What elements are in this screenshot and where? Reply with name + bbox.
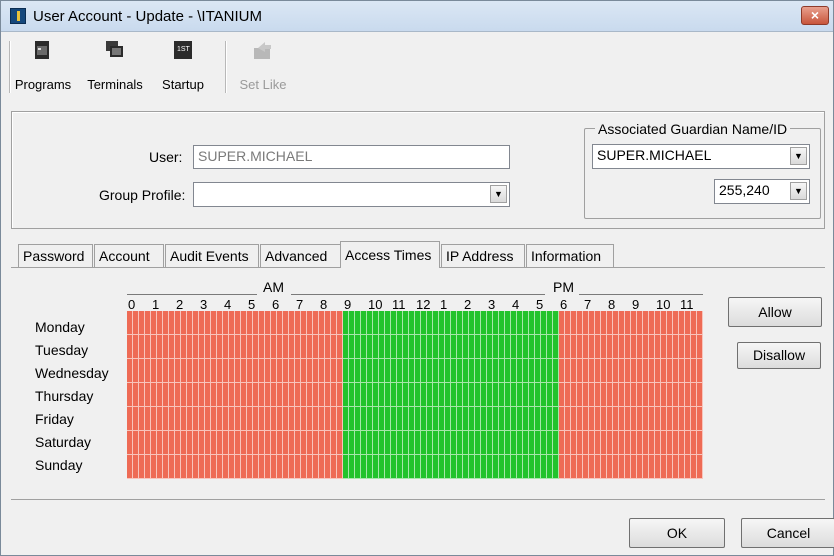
am-range-line: [127, 294, 257, 295]
tab-information[interactable]: Information: [526, 244, 614, 267]
hour-label: 6: [560, 297, 568, 312]
set-like-label: Set Like: [239, 77, 287, 92]
hour-label: 2: [464, 297, 472, 312]
svg-text:1ST: 1ST: [177, 46, 191, 53]
chevron-down-icon[interactable]: ▼: [790, 182, 807, 200]
access-time-grid[interactable]: [127, 311, 703, 479]
disallow-button[interactable]: Disallow: [737, 342, 821, 369]
am-label: AM: [263, 279, 284, 295]
am-range-line: [291, 294, 415, 295]
cancel-button[interactable]: Cancel: [741, 518, 834, 548]
chevron-down-icon[interactable]: ▼: [490, 185, 507, 203]
hour-label: 5: [248, 297, 256, 312]
hour-label: 5: [536, 297, 544, 312]
hour-label: 10: [368, 297, 383, 312]
guardian-name-value: SUPER.MICHAEL: [597, 147, 712, 163]
time-slot[interactable]: [697, 311, 703, 335]
set-like-button[interactable]: Set Like: [233, 35, 293, 95]
terminals-label: Terminals: [87, 77, 143, 92]
user-account-window: User Account - Update - \ITANIUM × Progr…: [0, 0, 834, 556]
hour-label: 1: [152, 297, 160, 312]
day-label-friday: Friday: [35, 411, 74, 427]
hour-label: 8: [320, 297, 328, 312]
programs-icon: [35, 41, 49, 59]
hour-label: 3: [200, 297, 208, 312]
hour-label: 7: [584, 297, 592, 312]
guardian-name-dropdown[interactable]: SUPER.MICHAEL ▼: [592, 144, 810, 169]
day-label-sunday: Sunday: [35, 457, 83, 473]
programs-button[interactable]: Programs: [11, 35, 75, 95]
day-label-tuesday: Tuesday: [35, 342, 89, 358]
time-slot[interactable]: [697, 383, 703, 407]
hour-label: 1: [440, 297, 448, 312]
tab-account[interactable]: Account: [94, 244, 164, 267]
hour-label: 9: [632, 297, 640, 312]
toolbar-separator: [225, 41, 227, 93]
time-slot[interactable]: [697, 455, 703, 479]
time-slot[interactable]: [697, 335, 703, 359]
guardian-group: [584, 128, 821, 219]
hour-label: 7: [296, 297, 304, 312]
guardian-id-dropdown[interactable]: 255,240 ▼: [714, 179, 810, 204]
startup-label: Startup: [162, 77, 204, 92]
hour-label: 4: [224, 297, 232, 312]
hour-label: 2: [176, 297, 184, 312]
guardian-legend: Associated Guardian Name/ID: [595, 121, 791, 137]
title-bar[interactable]: User Account - Update - \ITANIUM ×: [1, 1, 833, 32]
time-slot[interactable]: [697, 407, 703, 431]
group-profile-dropdown[interactable]: ▼: [193, 182, 510, 207]
set-like-icon: [254, 42, 271, 59]
terminals-icon: [106, 41, 123, 57]
pm-label: PM: [553, 279, 574, 295]
tab-password[interactable]: Password: [18, 244, 93, 267]
hour-label: 9: [344, 297, 352, 312]
programs-label: Programs: [14, 77, 72, 92]
group-profile-label: Group Profile:: [99, 187, 186, 203]
chevron-down-icon[interactable]: ▼: [790, 147, 807, 165]
hour-label: 11: [680, 297, 694, 312]
toolbar: Programs Terminals 1ST Startup Set Like: [7, 31, 829, 103]
tab-access-times[interactable]: Access Times: [340, 241, 440, 268]
hour-label: 11: [392, 297, 406, 312]
hour-label: 12: [416, 297, 431, 312]
hour-label: 4: [512, 297, 520, 312]
hour-label: 0: [128, 297, 136, 312]
window-title: User Account - Update - \ITANIUM: [33, 8, 262, 25]
pm-range-line: [415, 294, 545, 295]
guardian-id-value: 255,240: [719, 182, 770, 198]
hour-label: 10: [656, 297, 671, 312]
ok-button[interactable]: OK: [629, 518, 725, 548]
startup-icon: 1ST: [174, 41, 192, 59]
time-slot[interactable]: [697, 431, 703, 455]
tab-ip-address[interactable]: IP Address: [441, 244, 525, 267]
allow-button[interactable]: Allow: [728, 297, 822, 327]
tab-advanced[interactable]: Advanced: [260, 244, 341, 267]
terminals-button[interactable]: Terminals: [79, 35, 151, 95]
hour-label: 6: [272, 297, 280, 312]
tab-audit-events[interactable]: Audit Events: [165, 244, 259, 267]
user-label: User:: [149, 149, 183, 165]
app-icon: [10, 8, 26, 24]
day-label-wednesday: Wednesday: [35, 365, 109, 381]
day-label-saturday: Saturday: [35, 434, 92, 450]
pm-range-line: [579, 294, 703, 295]
day-label-monday: Monday: [35, 319, 85, 335]
hour-label: 3: [488, 297, 496, 312]
startup-button[interactable]: 1ST Startup: [153, 35, 213, 95]
time-slot[interactable]: [697, 359, 703, 383]
close-button[interactable]: ×: [801, 6, 829, 25]
hour-label: 8: [608, 297, 616, 312]
user-field[interactable]: SUPER.MICHAEL: [193, 145, 510, 169]
day-label-thursday: Thursday: [35, 388, 94, 404]
